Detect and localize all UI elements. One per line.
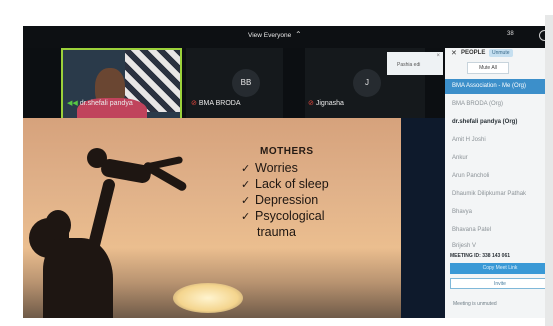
people-title: PEOPLE: [461, 50, 486, 56]
bullet-continuation: trauma: [257, 225, 296, 239]
participant-name-shefali: ◀◀ dr.shefali pandya: [67, 99, 133, 111]
participant-row[interactable]: Arun Pancholi: [445, 169, 553, 184]
check-icon: ✓: [241, 163, 251, 175]
slide-side-strip: [401, 118, 445, 318]
bullet-text: Psycological: [255, 209, 325, 223]
copy-link-button[interactable]: Copy Meet Link: [450, 263, 550, 274]
participant-name-label: dr.shefali pandya: [79, 100, 133, 107]
view-everyone-label[interactable]: View Everyone: [248, 32, 291, 39]
people-panel: 38 ✕ PEOPLE Unmute Mute All BMA Associat…: [445, 26, 553, 318]
participant-row[interactable]: BMA BRODA (Org): [445, 97, 553, 112]
notification-popup: × Pashia edi: [387, 52, 443, 75]
participant-name-bma: ⊘ BMA BRODA: [191, 99, 241, 111]
mic-on-icon: ◀◀: [67, 100, 78, 107]
avatar-bma-broda: BB: [232, 69, 260, 97]
participant-row[interactable]: Dhaumik Dilipkumar Pathak: [445, 187, 553, 202]
participant-row[interactable]: Bhavana Patel: [445, 223, 553, 238]
chevron-up-icon[interactable]: ⌃: [295, 30, 302, 39]
mute-all-button[interactable]: Mute All: [467, 62, 509, 74]
close-icon[interactable]: ✕: [451, 49, 457, 57]
participant-name-label: BMA BRODA: [198, 100, 241, 107]
participant-name-label: Jignasha: [315, 100, 344, 107]
bullet-list: ✓ Worries ✓ Lack of sleep ✓ Depression ✓ Psy…: [241, 160, 329, 240]
sun-glow: [173, 283, 243, 313]
participant-row[interactable]: Ankur: [445, 151, 553, 166]
check-icon: ✓: [241, 211, 251, 223]
meeting-id: MEETING ID: 338 143 061: [450, 253, 511, 259]
participant-row[interactable]: Amit H Joshi: [445, 133, 553, 148]
mic-off-icon: ⊘: [308, 100, 314, 107]
bullet-text: Lack of sleep: [255, 177, 329, 191]
participant-row[interactable]: dr.shefali pandya (Org): [445, 115, 553, 130]
mother-silhouette-body: [43, 238, 113, 318]
mother-silhouette-head: [45, 210, 71, 240]
panel-top-bar: 38: [445, 26, 553, 48]
bullet-item: ✓ Worries: [241, 160, 329, 176]
participant-row[interactable]: Bhavya: [445, 205, 553, 220]
participant-name-jignasha: ⊘ Jignasha: [308, 99, 344, 111]
mother-silhouette-arm: [85, 177, 117, 257]
invite-button[interactable]: Invite: [450, 278, 550, 289]
popup-label: Pashia edi: [397, 62, 421, 68]
mic-off-icon: ⊘: [191, 100, 197, 107]
people-panel-header: ✕ PEOPLE Unmute: [445, 48, 553, 60]
top-bar: View Everyone ⌃: [23, 26, 445, 48]
unmute-note: Meeting is unmuted: [453, 301, 497, 307]
bullet-text: Worries: [255, 161, 298, 175]
bullet-text: Depression: [255, 193, 319, 207]
shared-slide: MOTHERS ✓ Worries ✓ Lack of sleep ✓ Depress…: [23, 118, 401, 318]
meeting-window: View Everyone ⌃ BB J ◀◀ dr.shefali pandya…: [23, 26, 553, 318]
slide-title: MOTHERS: [260, 146, 314, 157]
people-count[interactable]: 38: [507, 31, 514, 37]
avatar-jignasha: J: [353, 69, 381, 97]
bullet-item: ✓ Lack of sleep: [241, 176, 329, 192]
close-icon[interactable]: ×: [436, 53, 440, 59]
participant-row[interactable]: BMA Association - Me (Org): [445, 79, 553, 94]
unmute-badge[interactable]: Unmute: [489, 49, 513, 57]
participant-row[interactable]: Brijesh V: [445, 239, 553, 254]
bullet-item: ✓ Psycological: [241, 208, 329, 224]
bullet-item: ✓ Depression: [241, 192, 329, 208]
check-icon: ✓: [241, 195, 251, 207]
window-edge: [545, 15, 553, 326]
child-silhouette-arm: [142, 155, 184, 172]
check-icon: ✓: [241, 179, 251, 191]
